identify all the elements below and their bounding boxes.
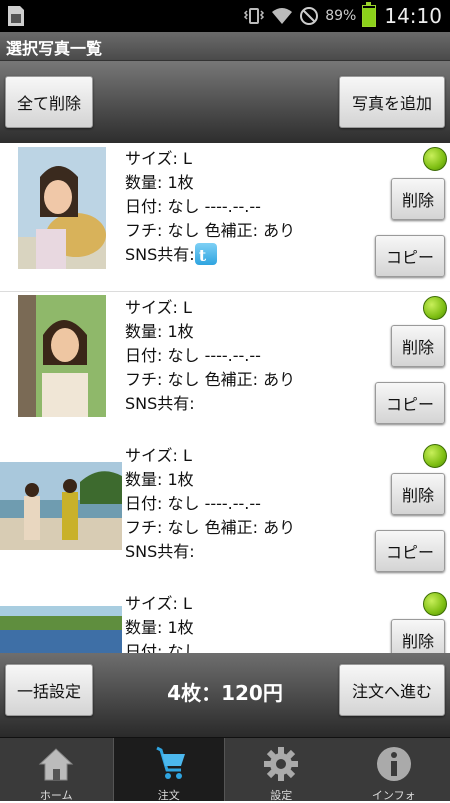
- quantity-label: 数量:: [125, 470, 167, 489]
- size-label: サイズ:: [125, 149, 183, 168]
- delete-button[interactable]: 削除: [391, 473, 445, 515]
- size-label: サイズ:: [125, 298, 183, 317]
- date-label: 日付:: [125, 494, 167, 513]
- delete-all-button[interactable]: 全て削除: [5, 76, 93, 128]
- tab-info[interactable]: インフォ: [338, 738, 450, 801]
- size-value: L: [183, 594, 192, 613]
- info-icon: [374, 744, 414, 784]
- cart-icon: [149, 744, 189, 784]
- color-correction-label: 色補正:: [205, 221, 263, 240]
- photo-details: サイズ: L 数量: 1枚 日付: なし ----.--.-- フチ: なし 色…: [125, 296, 295, 416]
- color-correction-value: あり: [263, 221, 295, 240]
- color-correction-label: 色補正:: [205, 370, 263, 389]
- copy-button[interactable]: コピー: [375, 382, 445, 424]
- sns-label: SNS共有:: [125, 394, 195, 413]
- status-indicator-icon: [423, 296, 447, 320]
- tab-home[interactable]: ホーム: [0, 738, 113, 801]
- tab-label: 設定: [225, 787, 338, 803]
- date-value: なし: [167, 642, 199, 653]
- quantity-value: 1枚: [167, 322, 193, 341]
- date-label: 日付:: [125, 346, 167, 365]
- tab-label: 注文: [114, 787, 225, 803]
- copy-button[interactable]: コピー: [375, 235, 445, 277]
- date-value: なし ----.--.--: [167, 346, 260, 365]
- battery-icon: [362, 5, 376, 27]
- border-value: なし: [167, 221, 199, 240]
- date-label: 日付:: [125, 642, 167, 653]
- border-label: フチ:: [125, 370, 167, 389]
- photo-list[interactable]: サイズ: L 数量: 1枚 日付: なし ----.--.-- フチ: なし 色…: [0, 143, 450, 653]
- sns-label: SNS共有:: [125, 245, 195, 264]
- photo-details: サイズ: L 数量: 1枚 日付: なし: [125, 592, 200, 653]
- quantity-label: 数量:: [125, 618, 167, 637]
- tab-label: インフォ: [338, 787, 450, 803]
- size-value: L: [183, 149, 192, 168]
- vibrate-icon: [243, 7, 265, 25]
- status-indicator-icon: [423, 592, 447, 616]
- battery-percent: 89%: [325, 8, 356, 24]
- sd-card-icon: [6, 5, 26, 27]
- sns-label: SNS共有:: [125, 542, 195, 561]
- size-label: サイズ:: [125, 446, 183, 465]
- list-item: サイズ: L 数量: 1枚 日付: なし 削除: [0, 588, 450, 653]
- delete-button[interactable]: 削除: [391, 619, 445, 653]
- add-photo-button[interactable]: 写真を追加: [339, 76, 445, 128]
- page-title: 選択写真一覧: [6, 35, 102, 59]
- border-value: なし: [167, 518, 199, 537]
- status-bar: 89% 14:10: [0, 0, 450, 32]
- border-label: フチ:: [125, 221, 167, 240]
- status-indicator-icon: [423, 147, 447, 171]
- list-item: サイズ: L 数量: 1枚 日付: なし ----.--.-- フチ: なし 色…: [0, 292, 450, 441]
- quantity-value: 1枚: [167, 173, 193, 192]
- copy-button[interactable]: コピー: [375, 530, 445, 572]
- tab-settings[interactable]: 設定: [225, 738, 338, 801]
- tab-bar: ホーム 注文 設定 インフォ: [0, 737, 450, 801]
- size-label: サイズ:: [125, 594, 183, 613]
- date-label: 日付:: [125, 197, 167, 216]
- photo-thumbnail[interactable]: [18, 147, 106, 269]
- delete-button[interactable]: 削除: [391, 178, 445, 220]
- quantity-label: 数量:: [125, 322, 167, 341]
- status-indicator-icon: [423, 444, 447, 468]
- photo-thumbnail[interactable]: [18, 295, 106, 417]
- clock: 14:10: [384, 4, 442, 28]
- gear-icon: [261, 744, 301, 784]
- quantity-value: 1枚: [167, 470, 193, 489]
- photo-thumbnail[interactable]: [0, 606, 122, 653]
- title-bar: 選択写真一覧: [0, 32, 450, 61]
- quantity-label: 数量:: [125, 173, 167, 192]
- home-icon: [36, 744, 76, 784]
- photo-details: サイズ: L 数量: 1枚 日付: なし ----.--.-- フチ: なし 色…: [125, 444, 295, 564]
- wifi-icon: [271, 7, 293, 25]
- twitter-icon[interactable]: t: [195, 243, 217, 265]
- delete-button[interactable]: 削除: [391, 325, 445, 367]
- color-correction-label: 色補正:: [205, 518, 263, 537]
- photo-thumbnail[interactable]: [0, 462, 122, 550]
- color-correction-value: あり: [263, 370, 295, 389]
- size-value: L: [183, 446, 192, 465]
- order-summary-bar: 一括設定 4枚：120円 注文へ進む: [0, 653, 450, 737]
- tab-order[interactable]: 注文: [113, 738, 226, 801]
- photo-details: サイズ: L 数量: 1枚 日付: なし ----.--.-- フチ: なし 色…: [125, 147, 295, 267]
- list-item: サイズ: L 数量: 1枚 日付: なし ----.--.-- フチ: なし 色…: [0, 440, 450, 589]
- tab-label: ホーム: [0, 787, 113, 803]
- size-value: L: [183, 298, 192, 317]
- action-bar: 全て削除 写真を追加: [0, 61, 450, 143]
- color-correction-value: あり: [263, 518, 295, 537]
- border-value: なし: [167, 370, 199, 389]
- proceed-to-order-button[interactable]: 注文へ進む: [339, 664, 445, 716]
- border-label: フチ:: [125, 518, 167, 537]
- date-value: なし ----.--.--: [167, 197, 260, 216]
- no-signal-icon: [299, 6, 319, 26]
- list-item: サイズ: L 数量: 1枚 日付: なし ----.--.-- フチ: なし 色…: [0, 143, 450, 292]
- quantity-value: 1枚: [167, 618, 193, 637]
- date-value: なし ----.--.--: [167, 494, 260, 513]
